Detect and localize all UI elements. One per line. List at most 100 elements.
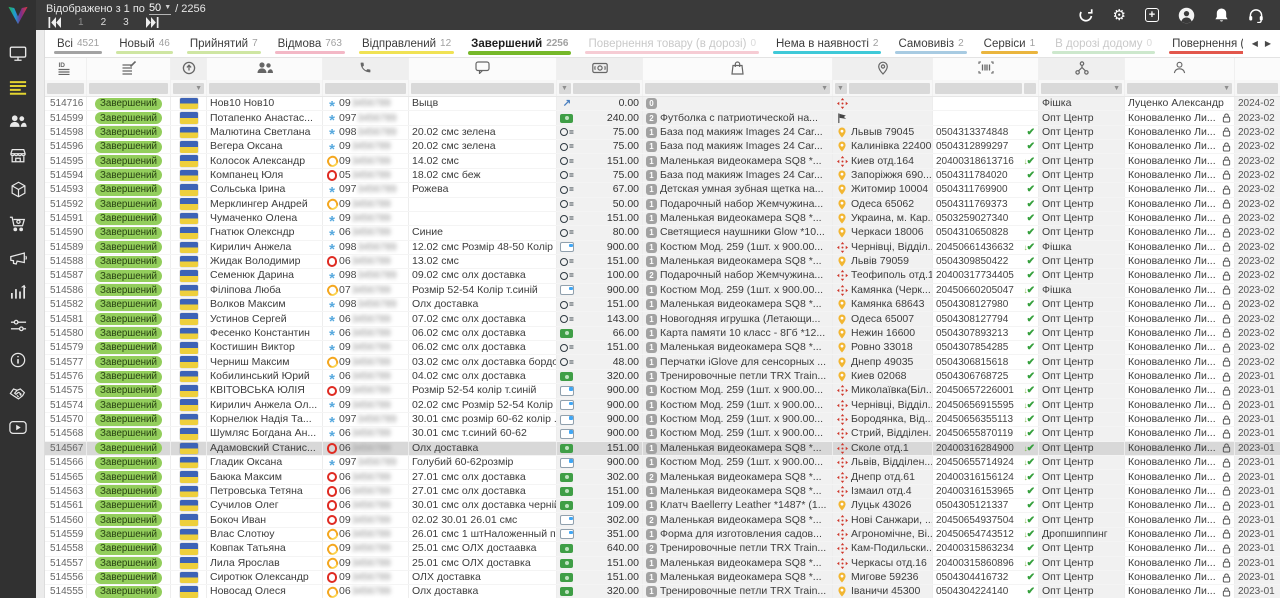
location-cell[interactable] xyxy=(833,97,933,110)
phone-cell[interactable]: 063456789 xyxy=(323,528,409,541)
ttn-cell[interactable]: 20400315860896↓✔ xyxy=(933,557,1039,570)
client-column-header[interactable] xyxy=(207,58,323,80)
status-badge[interactable]: Завершений xyxy=(95,557,162,569)
payment-cell[interactable]: 640.00 xyxy=(557,542,643,555)
order-row-514563[interactable]: 514563ЗавершенийПетровська Тетяна0634567… xyxy=(45,485,1280,499)
products-cell[interactable]: 1Маленькая видеокамера SQ8 *... xyxy=(643,154,833,167)
phone-cell[interactable]: *0973456789 xyxy=(323,111,409,124)
client-name[interactable]: Новосад Олеся xyxy=(207,585,323,598)
ttn-cell[interactable]: 0504311769373✔ xyxy=(933,198,1039,211)
source-cell[interactable] xyxy=(171,470,207,483)
source-cell[interactable] xyxy=(171,384,207,397)
status-cell[interactable]: Завершений xyxy=(87,384,171,397)
client-name[interactable]: Колосок Александр xyxy=(207,154,323,167)
source-cell[interactable] xyxy=(171,442,207,455)
manager-cell[interactable]: Коноваленко Ли... xyxy=(1125,169,1235,182)
comment-filter-input[interactable] xyxy=(411,83,554,94)
location-cell[interactable] xyxy=(833,111,933,124)
comment-cell[interactable]: 27.01 смс олх доставка xyxy=(409,485,557,498)
manager-cell[interactable]: Коноваленко Ли... xyxy=(1125,370,1235,383)
filter-dropdown-icon[interactable]: ▼ xyxy=(821,85,830,92)
order-id[interactable]: 514592 xyxy=(45,198,87,211)
manager-cell[interactable]: Коноваленко Ли... xyxy=(1125,212,1235,225)
ttn-cell[interactable]: 0504305121337✔ xyxy=(933,499,1039,512)
filter-dropdown-icon[interactable]: ▼ xyxy=(559,85,568,92)
location-cell[interactable]: Агрономічне, Ві... xyxy=(833,528,933,541)
order-id[interactable]: 514556 xyxy=(45,571,87,584)
order-id[interactable]: 514596 xyxy=(45,140,87,153)
client-name[interactable]: Адамовский Станис... xyxy=(207,442,323,455)
phone-filter-input[interactable] xyxy=(325,83,406,94)
client-name[interactable]: Волков Максим xyxy=(207,298,323,311)
products-cell[interactable]: 1Детская умная зубная щетка на... xyxy=(643,183,833,196)
status-filter-input[interactable] xyxy=(89,83,168,94)
comment-cell[interactable]: 13.02 смс xyxy=(409,255,557,268)
payment-cell[interactable]: 151.00 xyxy=(557,442,643,455)
status-badge[interactable]: Завершений xyxy=(95,457,162,469)
payment-cell[interactable]: ↗0.00 xyxy=(557,97,643,110)
manager-cell[interactable]: Коноваленко Ли... xyxy=(1125,140,1235,153)
order-row-514579[interactable]: 514579ЗавершенийКостишин Виктор*09345678… xyxy=(45,341,1280,355)
comment-cell[interactable]: Рожева xyxy=(409,183,557,196)
comment-cell[interactable]: 06.02 смс олх доставка xyxy=(409,327,557,340)
order-row-514716[interactable]: 514716ЗавершенийНов10 Нов10*093456789Выц… xyxy=(45,97,1280,111)
ttn-cell[interactable]: 20450661436632↓✔ xyxy=(933,241,1039,254)
manager-cell[interactable]: Коноваленко Ли... xyxy=(1125,255,1235,268)
manager-cell[interactable]: Коноваленко Ли... xyxy=(1125,241,1235,254)
manager-cell[interactable]: Коноваленко Ли... xyxy=(1125,513,1235,526)
source-cell[interactable] xyxy=(171,557,207,570)
status-badge[interactable]: Завершений xyxy=(95,371,162,383)
status-cell[interactable]: Завершений xyxy=(87,169,171,182)
location-cell[interactable]: Теофиполь отд.1 xyxy=(833,269,933,282)
payment-cell[interactable]: 320.00 xyxy=(557,585,643,598)
date-cell[interactable]: 2023-02 xyxy=(1235,169,1280,182)
client-name[interactable]: Сольська Ірина xyxy=(207,183,323,196)
status-badge[interactable]: Завершений xyxy=(95,528,162,540)
ttn-filter-input[interactable] xyxy=(935,83,1022,94)
location-cell[interactable]: Кам-Подильски... xyxy=(833,542,933,555)
location-cell[interactable]: Днепр 49035 xyxy=(833,355,933,368)
status-cell[interactable]: Завершений xyxy=(87,355,171,368)
client-name[interactable]: Жидак Володимир xyxy=(207,255,323,268)
funnel-cell[interactable]: Опт Центр xyxy=(1039,384,1125,397)
order-id[interactable]: 514580 xyxy=(45,327,87,340)
manager-cell[interactable]: Коноваленко Ли... xyxy=(1125,528,1235,541)
products-cell[interactable]: 1Костюм Мод. 259 (1шт. х 900.00... xyxy=(643,284,833,297)
status-cell[interactable]: Завершений xyxy=(87,126,171,139)
status-badge[interactable]: Завершений xyxy=(95,514,162,526)
location-cell[interactable]: Черкаси 18006 xyxy=(833,226,933,239)
order-id[interactable]: 514560 xyxy=(45,513,87,526)
order-row-514575[interactable]: 514575ЗавершенийКВІТОВСЬКА ЮЛІЯ093456789… xyxy=(45,384,1280,398)
products-cell[interactable]: 1Маленькая видеокамера SQ8 *... xyxy=(643,557,833,570)
comment-cell[interactable]: 20.02 смс зелена xyxy=(409,140,557,153)
comment-column-header[interactable] xyxy=(409,58,557,80)
payment-cell[interactable]: =75.00 xyxy=(557,169,643,182)
funnel-cell[interactable]: Опт Центр xyxy=(1039,140,1125,153)
status-cell[interactable]: Завершений xyxy=(87,470,171,483)
order-id[interactable]: 514575 xyxy=(45,384,87,397)
source-cell[interactable] xyxy=(171,355,207,368)
tab-всі[interactable]: Всі4521 xyxy=(47,30,109,57)
id-column-header[interactable]: ID xyxy=(45,58,87,80)
payment-cell[interactable]: =100.00 xyxy=(557,269,643,282)
bell-icon[interactable] xyxy=(1214,7,1229,23)
tab-відмова[interactable]: Відмова763 xyxy=(268,30,352,57)
filter-dropdown-icon[interactable]: ▼ xyxy=(835,85,844,92)
date-cell[interactable]: 2023-01 xyxy=(1235,513,1280,526)
payment-column-header[interactable] xyxy=(557,58,643,80)
ttn-cell[interactable]: 0504306768725✔ xyxy=(933,370,1039,383)
date-cell[interactable]: 2023-01 xyxy=(1235,427,1280,440)
order-row-514587[interactable]: 514587ЗавершенийСеменюк Дарина*098345678… xyxy=(45,269,1280,283)
source-cell[interactable] xyxy=(171,298,207,311)
status-badge[interactable]: Завершений xyxy=(95,126,162,138)
comment-cell[interactable]: 07.02 смс олх доставка xyxy=(409,312,557,325)
products-cell[interactable]: 1Подарочный набор Жемчужина... xyxy=(643,198,833,211)
order-id[interactable]: 514594 xyxy=(45,169,87,182)
status-cell[interactable]: Завершений xyxy=(87,269,171,282)
order-id[interactable]: 514586 xyxy=(45,284,87,297)
status-badge[interactable]: Завершений xyxy=(95,112,162,124)
order-row-514582[interactable]: 514582ЗавершенийВолков Максим*0983456789… xyxy=(45,298,1280,312)
phone-cell[interactable]: 063456789 xyxy=(323,255,409,268)
phone-cell[interactable]: *0973456789 xyxy=(323,413,409,426)
date-cell[interactable]: 2023-01 xyxy=(1235,384,1280,397)
